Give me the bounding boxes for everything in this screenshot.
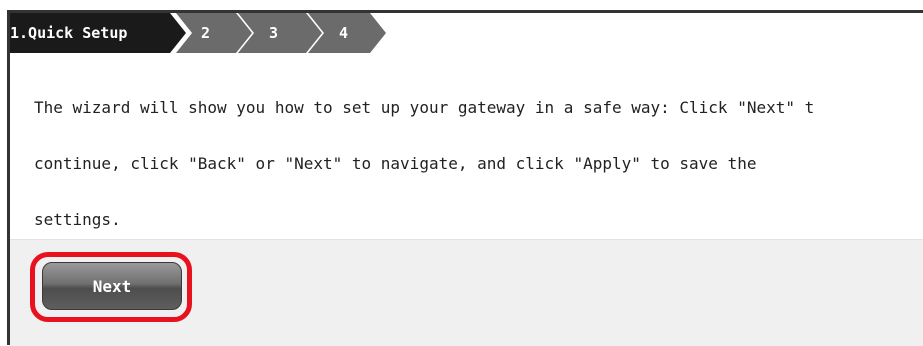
description-line: The wizard will show you how to set up y… bbox=[34, 98, 815, 117]
wizard-description: The wizard will show you how to set up y… bbox=[34, 80, 923, 248]
wizard-window: 1.Quick Setup 2 3 4 The wizard will show… bbox=[0, 0, 923, 346]
step-4-label: 4 bbox=[339, 24, 349, 42]
description-line: continue, click "Back" or "Next" to navi… bbox=[34, 154, 757, 173]
next-button[interactable]: Next bbox=[42, 262, 182, 310]
wizard-content: The wizard will show you how to set up y… bbox=[10, 53, 923, 239]
step-3-label: 3 bbox=[269, 24, 279, 42]
step-1-label: 1.Quick Setup bbox=[10, 24, 128, 42]
window-left-border bbox=[7, 10, 10, 345]
window-top-border bbox=[7, 10, 923, 13]
step-2-arrow bbox=[176, 13, 252, 53]
step-2-label: 2 bbox=[201, 24, 211, 42]
